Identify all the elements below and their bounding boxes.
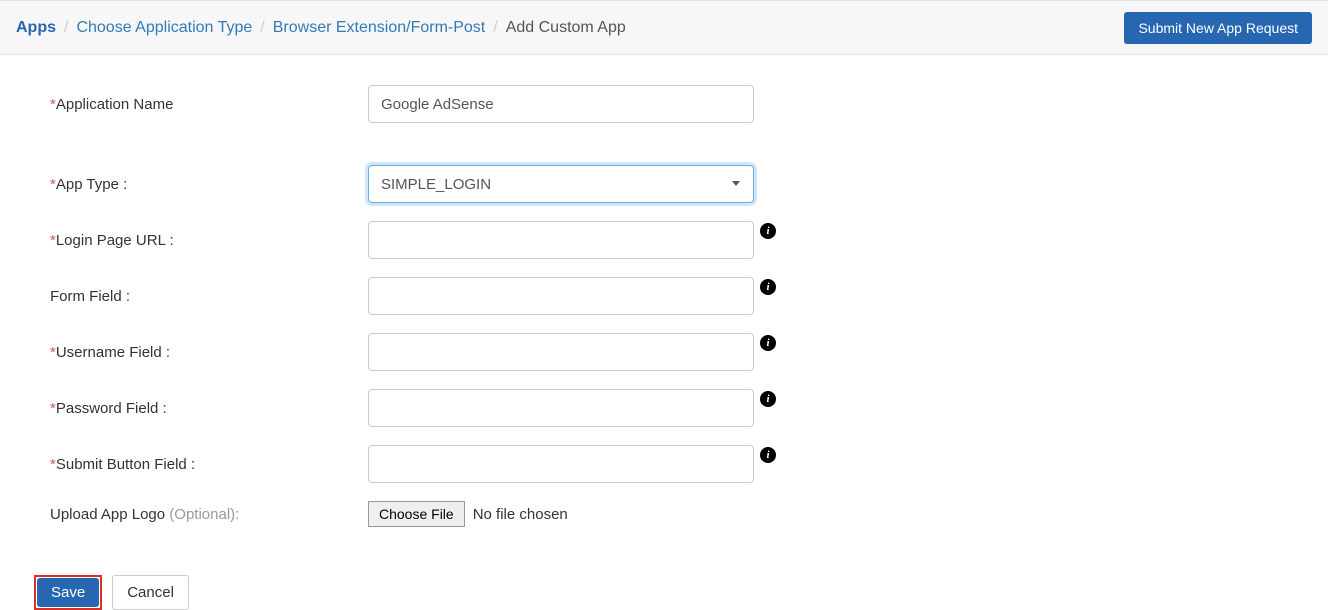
label-text: Username Field : <box>56 344 170 361</box>
breadcrumb-sep: / <box>260 19 264 37</box>
submit-button-field-input[interactable] <box>368 445 754 483</box>
login-page-url-input[interactable] <box>368 221 754 259</box>
label-app-type: *App Type : <box>50 176 368 193</box>
breadcrumb-current: Add Custom App <box>506 19 626 37</box>
label-text: App Type : <box>56 176 127 193</box>
label-form-field: Form Field : <box>50 288 368 305</box>
username-field-input[interactable] <box>368 333 754 371</box>
row-app-type: *App Type : SIMPLE_LOGIN <box>50 165 1278 203</box>
submit-new-app-request-button[interactable]: Submit New App Request <box>1124 12 1312 44</box>
label-password-field: *Password Field : <box>50 400 368 417</box>
breadcrumb-sep: / <box>493 19 497 37</box>
row-password-field: *Password Field : i <box>50 389 1278 427</box>
choose-file-button[interactable]: Choose File <box>368 501 465 527</box>
label-upload-logo: Upload App Logo (Optional): <box>50 506 368 523</box>
save-button-highlight: Save <box>34 575 102 610</box>
row-submit-button-field: *Submit Button Field : i <box>50 445 1278 483</box>
label-text: Application Name <box>56 96 174 113</box>
save-button[interactable]: Save <box>37 578 99 607</box>
breadcrumb-browser-extension[interactable]: Browser Extension/Form-Post <box>273 19 486 37</box>
label-application-name: *Application Name <box>50 96 368 113</box>
label-login-url: *Login Page URL : <box>50 232 368 249</box>
label-text: Login Page URL : <box>56 232 174 249</box>
header-bar: Apps / Choose Application Type / Browser… <box>0 0 1328 55</box>
breadcrumb-sep: / <box>64 19 68 37</box>
breadcrumb-choose-type[interactable]: Choose Application Type <box>76 19 252 37</box>
label-username-field: *Username Field : <box>50 344 368 361</box>
application-name-input[interactable] <box>368 85 754 123</box>
password-field-input[interactable] <box>368 389 754 427</box>
row-upload-logo: Upload App Logo (Optional): Choose File … <box>50 501 1278 527</box>
app-type-select[interactable]: SIMPLE_LOGIN <box>368 165 754 203</box>
breadcrumb-apps[interactable]: Apps <box>16 19 56 37</box>
info-icon[interactable]: i <box>760 391 776 407</box>
file-status: No file chosen <box>473 506 568 523</box>
row-form-field: Form Field : i <box>50 277 1278 315</box>
form-container: *Application Name *App Type : SIMPLE_LOG… <box>0 55 1328 565</box>
row-username-field: *Username Field : i <box>50 333 1278 371</box>
label-text: Password Field : <box>56 400 167 417</box>
row-login-url: *Login Page URL : i <box>50 221 1278 259</box>
breadcrumb: Apps / Choose Application Type / Browser… <box>16 19 626 37</box>
actions: Save Cancel <box>0 575 1328 610</box>
optional-text: (Optional): <box>169 506 239 523</box>
label-text: Submit Button Field : <box>56 456 195 473</box>
info-icon[interactable]: i <box>760 279 776 295</box>
info-icon[interactable]: i <box>760 223 776 239</box>
label-submit-button-field: *Submit Button Field : <box>50 456 368 473</box>
label-text: Form Field : <box>50 288 130 305</box>
cancel-button[interactable]: Cancel <box>112 575 189 610</box>
form-field-input[interactable] <box>368 277 754 315</box>
label-text: Upload App Logo <box>50 506 169 523</box>
info-icon[interactable]: i <box>760 335 776 351</box>
row-application-name: *Application Name <box>50 85 1278 123</box>
info-icon[interactable]: i <box>760 447 776 463</box>
